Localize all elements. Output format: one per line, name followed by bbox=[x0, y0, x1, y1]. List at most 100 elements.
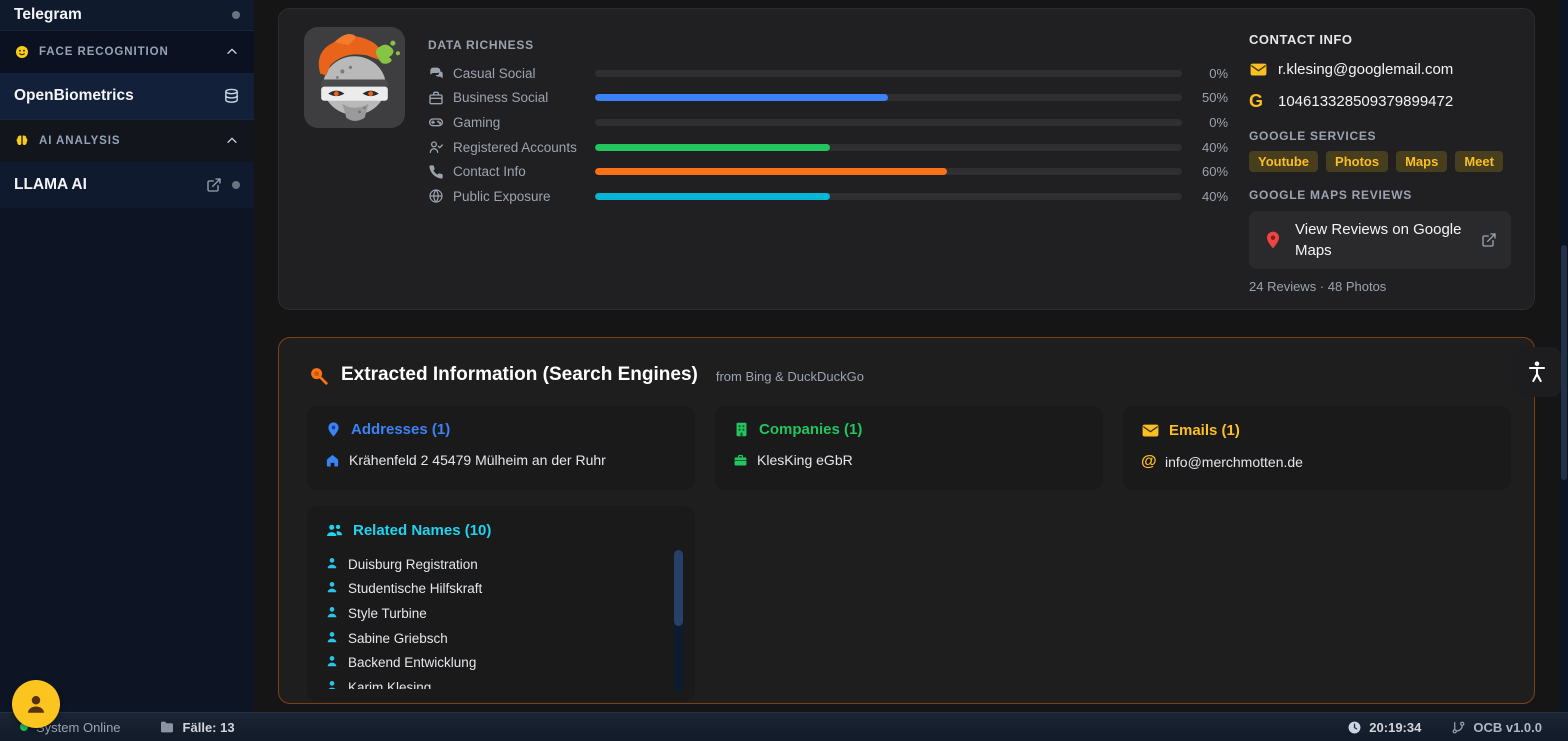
folder-icon bbox=[159, 719, 175, 735]
richness-percent: 40% bbox=[1201, 139, 1229, 155]
extracted-header: Extracted Information (Search Engines) f… bbox=[307, 364, 864, 386]
status-bar: System Online Fälle: 13 20:19:34 OCB v1.… bbox=[0, 712, 1568, 741]
google-service-badge[interactable]: Youtube bbox=[1249, 151, 1319, 172]
brain-icon bbox=[14, 133, 30, 149]
addresses-title-row: Addresses (1) bbox=[307, 406, 695, 438]
google-services-badges: Youtube Photos Maps Meet bbox=[1249, 151, 1511, 172]
related-names-title-row: Related Names (10) bbox=[307, 506, 695, 540]
app-version: OCB v1.0.0 bbox=[1473, 719, 1542, 735]
progress-bar-track bbox=[594, 118, 1183, 126]
google-g-icon: G bbox=[1249, 91, 1264, 111]
database-icon bbox=[223, 88, 240, 105]
list-item-label: Krähenfeld 2 45479 Mülheim an der Ruhr bbox=[349, 452, 606, 468]
list-item[interactable]: Duisburg Registration bbox=[325, 552, 661, 577]
accessibility-button[interactable] bbox=[1512, 347, 1561, 397]
list-item[interactable]: Backend Entwicklung bbox=[325, 650, 661, 675]
view-reviews-button[interactable]: View Reviews on Google Maps bbox=[1249, 211, 1511, 269]
data-richness-rows: Casual Social 0% Business Social 50% Gaming 0… bbox=[428, 61, 1228, 209]
google-service-badge[interactable]: Maps bbox=[1396, 151, 1448, 172]
richness-label: Casual Social bbox=[453, 65, 536, 81]
google-service-badge[interactable]: Photos bbox=[1326, 151, 1389, 172]
sidebar-section-label: AI ANALYSIS bbox=[39, 135, 121, 147]
progress-bar-track bbox=[594, 69, 1183, 77]
list-item[interactable]: Sabine Griebsch bbox=[325, 626, 661, 651]
google-service-badge[interactable]: Meet bbox=[1455, 151, 1503, 172]
sidebar-item-label: Telegram bbox=[14, 6, 82, 23]
richness-label: Registered Accounts bbox=[453, 139, 577, 155]
emails-card: Emails (1) @ info@merchmotten.de bbox=[1123, 406, 1511, 490]
status-time: 20:19:34 bbox=[1369, 719, 1422, 735]
map-pin-icon bbox=[325, 421, 342, 438]
accessibility-icon bbox=[1528, 361, 1545, 383]
list-item[interactable]: Krähenfeld 2 45479 Mülheim an der Ruhr bbox=[325, 448, 677, 472]
user-avatar-button[interactable] bbox=[12, 680, 60, 728]
richness-row: Casual Social 0% bbox=[428, 61, 1228, 86]
profile-avatar bbox=[304, 27, 405, 128]
companies-items: KlesKing eGbR bbox=[715, 438, 1103, 472]
contact-email-row[interactable]: r.klesing@googlemail.com bbox=[1249, 59, 1511, 79]
richness-row: Gaming 0% bbox=[428, 110, 1228, 135]
google-id-row[interactable]: G 104613328509379899472 bbox=[1249, 91, 1511, 111]
list-item[interactable]: Studentische Hilfskraft bbox=[325, 577, 661, 602]
list-item[interactable]: @ info@merchmotten.de bbox=[1141, 450, 1493, 474]
sidebar-item-telegram[interactable]: Telegram bbox=[0, 0, 254, 30]
richness-percent: 0% bbox=[1209, 114, 1229, 130]
richness-label: Public Exposure bbox=[453, 188, 551, 204]
mail-icon bbox=[1249, 60, 1268, 79]
building-icon bbox=[733, 421, 750, 438]
sidebar-item-openbiometrics[interactable]: OpenBiometrics bbox=[0, 73, 254, 119]
list-item-label: Style Turbine bbox=[348, 605, 427, 621]
related-names-card: Related Names (10) Duisburg Registration… bbox=[307, 506, 695, 701]
richness-row: Contact Info 60% bbox=[428, 159, 1228, 184]
data-richness-title: DATA RICHNESS bbox=[428, 38, 534, 52]
reviews-summary: 24 Reviews · 48 Photos bbox=[1249, 279, 1387, 294]
list-item[interactable]: Karim Klesing bbox=[325, 675, 661, 689]
external-link-icon bbox=[1481, 232, 1497, 248]
briefcase-icon bbox=[733, 453, 748, 468]
list-item-label: Sabine Griebsch bbox=[348, 630, 448, 646]
progress-bar-fill bbox=[594, 192, 830, 200]
person-icon bbox=[28, 696, 44, 713]
app-screen: Telegram FACE RECOGNITION OpenBiometrics… bbox=[0, 0, 1568, 741]
progress-bar-fill bbox=[594, 143, 830, 151]
external-link-icon bbox=[206, 177, 222, 193]
sidebar-item-llama-ai[interactable]: LLAMA AI bbox=[0, 162, 254, 208]
contact-info-title: CONTACT INFO bbox=[1249, 32, 1353, 47]
gamepad-icon bbox=[428, 114, 445, 131]
users-icon bbox=[325, 521, 344, 540]
map-pin-icon bbox=[1263, 230, 1283, 250]
emails-items: @ info@merchmotten.de bbox=[1123, 440, 1511, 474]
related-names-list[interactable]: Duisburg Registration Studentische Hilfsk… bbox=[325, 552, 661, 689]
contact-email: r.klesing@googlemail.com bbox=[1278, 60, 1454, 78]
page-scrollbar-thumb[interactable] bbox=[1561, 245, 1567, 480]
home-icon bbox=[325, 453, 340, 468]
sidebar-section-face-recognition[interactable]: FACE RECOGNITION bbox=[0, 31, 254, 73]
list-item-label: info@merchmotten.de bbox=[1165, 454, 1303, 470]
person-icon bbox=[325, 605, 339, 622]
related-names-scrollbar[interactable] bbox=[674, 550, 683, 692]
emails-title-row: Emails (1) bbox=[1123, 406, 1511, 440]
status-right: 20:19:34 OCB v1.0.0 bbox=[1347, 720, 1542, 735]
companies-card: Companies (1) KlesKing eGbR bbox=[715, 406, 1103, 490]
related-names-title: Related Names (10) bbox=[353, 522, 492, 539]
globe-icon bbox=[428, 188, 445, 205]
view-reviews-label: View Reviews on Google Maps bbox=[1295, 221, 1462, 259]
sidebar: Telegram FACE RECOGNITION OpenBiometrics… bbox=[0, 0, 254, 712]
list-item[interactable]: Style Turbine bbox=[325, 601, 661, 626]
at-icon: @ bbox=[1141, 453, 1157, 470]
list-item[interactable]: KlesKing eGbR bbox=[733, 448, 1085, 472]
list-item-label: Duisburg Registration bbox=[348, 556, 478, 572]
data-richness-panel: DATA RICHNESS Casual Social 0% Business So… bbox=[428, 38, 1228, 209]
sidebar-item-label: OpenBiometrics bbox=[14, 87, 134, 104]
extracted-info-card: Extracted Information (Search Engines) f… bbox=[278, 337, 1535, 704]
contact-info-panel: CONTACT INFO r.klesing@googlemail.com G … bbox=[1249, 32, 1511, 294]
scrollbar-thumb[interactable] bbox=[674, 550, 683, 626]
companies-title-row: Companies (1) bbox=[715, 406, 1103, 438]
progress-bar-fill bbox=[594, 168, 948, 176]
sidebar-section-ai-analysis[interactable]: AI ANALYSIS bbox=[0, 120, 254, 162]
list-item-label: KlesKing eGbR bbox=[757, 452, 853, 468]
page-scrollbar[interactable] bbox=[1560, 0, 1568, 712]
google-id: 104613328509379899472 bbox=[1278, 92, 1454, 110]
status-dot-icon bbox=[232, 181, 240, 189]
list-item-label: Backend Entwicklung bbox=[348, 655, 477, 671]
